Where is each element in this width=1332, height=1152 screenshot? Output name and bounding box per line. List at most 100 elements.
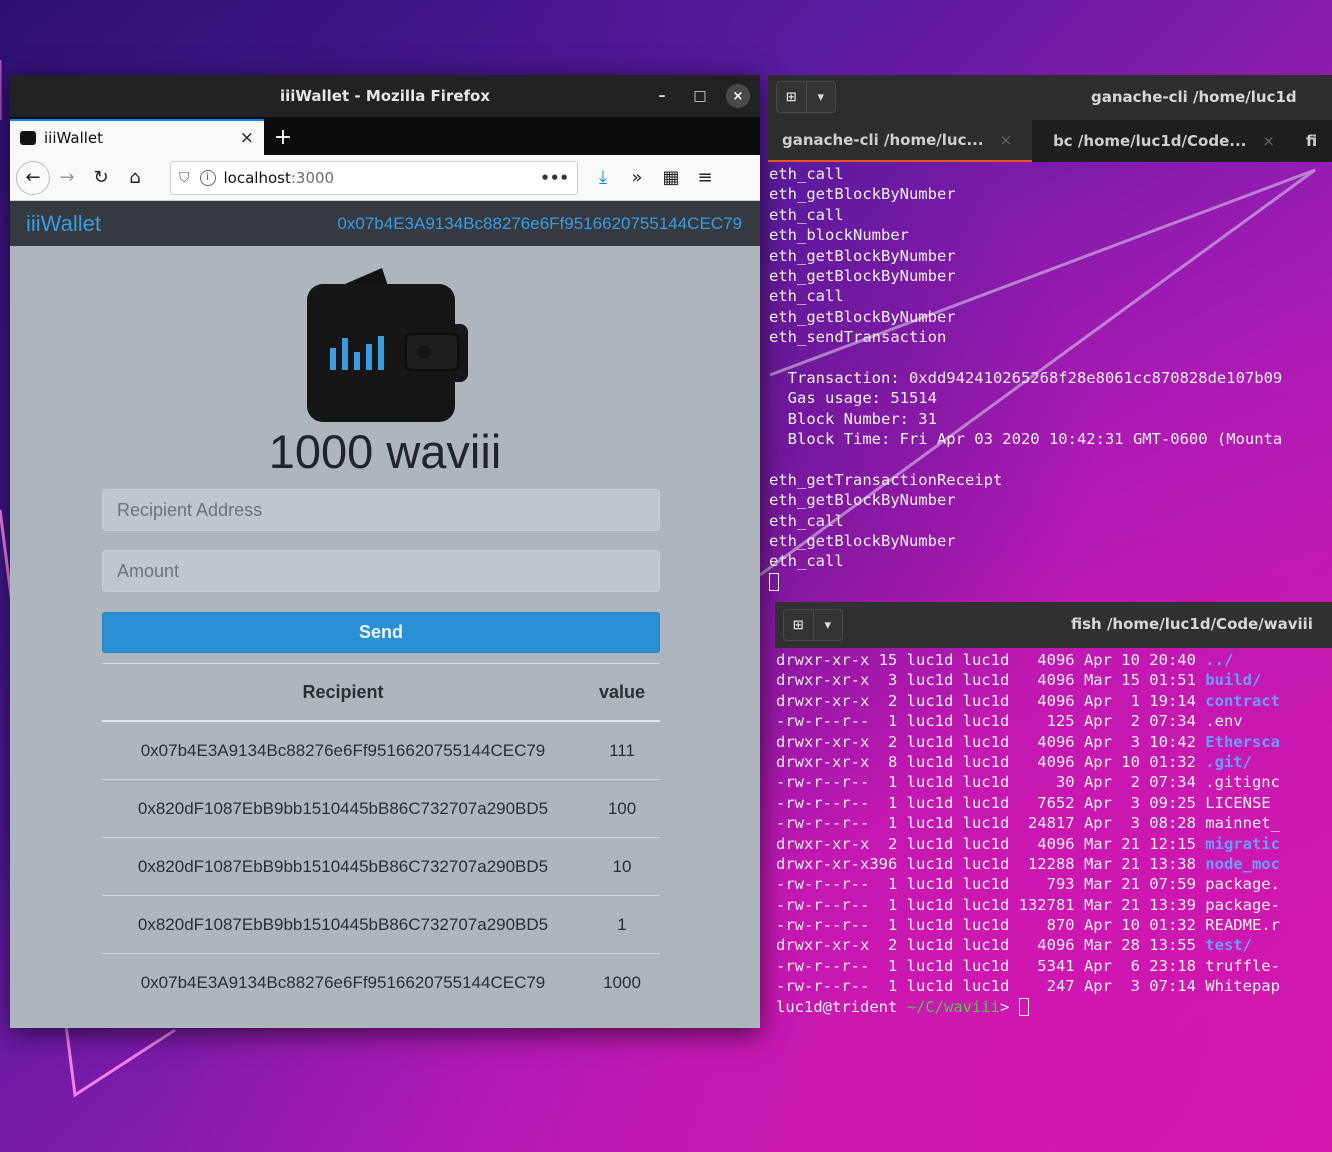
file-meta: 396 luc1d luc1d 12288 Mar 21 13:38: [869, 854, 1206, 873]
dropdown-chevron-icon[interactable]: ▾: [814, 610, 843, 640]
file-meta: 1 luc1d luc1d 30 Apr 2 07:34: [869, 773, 1206, 792]
terminal-line: eth_call: [769, 205, 844, 224]
directory-listing-row: -rw-r--r-- 1 luc1d luc1d 247 Apr 3 07:14…: [776, 976, 1332, 996]
directory-listing-row: drwxr-xr-x 15 luc1d luc1d 4096 Apr 10 20…: [776, 650, 1332, 670]
file-meta: 1 luc1d luc1d 247 Apr 3 07:14: [869, 977, 1206, 996]
directory-listing-row: drwxr-xr-x 2 luc1d luc1d 4096 Apr 3 10:4…: [776, 732, 1332, 752]
value-cell: 1: [584, 895, 660, 954]
terminal-line: Transaction: 0xdd942410265268f28e8061cc8…: [769, 368, 1283, 387]
terminal-tab-label: ganache-cli /home/luc...: [782, 131, 984, 149]
app-brand[interactable]: iiiWallet: [26, 211, 101, 237]
file-name: package.: [1205, 875, 1280, 894]
wallet-page: 1000 waviii Send Recipient value 0x07b4E…: [10, 246, 760, 1028]
ganache-terminal-title: ganache-cli /home/luc1d: [1091, 88, 1297, 106]
terminal-tab-ganache[interactable]: ganache-cli /home/luc... ×: [768, 120, 1032, 162]
fish-terminal-headerbar[interactable]: ⊞ ▾ fish /home/luc1d/Code/waviii: [775, 602, 1332, 648]
terminal-cursor-line: [769, 572, 1332, 592]
recipient-cell: 0x820dF1087EbB9bb1510445bB86C732707a290B…: [102, 895, 584, 954]
new-tab-split-button[interactable]: ⊞ ▾: [783, 609, 843, 641]
url-host: localhost: [223, 168, 291, 187]
ganache-terminal-tabs: ganache-cli /home/luc... × bc /home/luc1d…: [768, 120, 1332, 162]
file-permissions: -rw-r--r--: [776, 875, 870, 894]
close-window-button[interactable]: ×: [726, 84, 750, 108]
directory-listing-row: -rw-r--r-- 1 luc1d luc1d 793 Mar 21 07:5…: [776, 874, 1332, 894]
url-port: :3000: [290, 168, 335, 187]
new-tab-icon[interactable]: ⊞: [784, 610, 814, 640]
amount-input[interactable]: [102, 550, 660, 592]
balance-display: 1000 waviii: [268, 425, 502, 478]
value-cell: 111: [584, 720, 660, 780]
terminal-tab-label: fi: [1306, 132, 1318, 150]
terminal-line: eth_getTransactionReceipt: [769, 470, 1003, 489]
url-bar[interactable]: ⛉ i localhost :3000 •••: [170, 160, 578, 195]
file-meta: 1 luc1d luc1d 7652 Apr 3 09:25: [869, 793, 1206, 812]
directory-listing-row: drwxr-xr-x 2 luc1d luc1d 4096 Apr 1 19:1…: [776, 691, 1332, 711]
new-tab-split-button[interactable]: ⊞ ▾: [776, 81, 836, 113]
app-navbar: iiiWallet 0x07b4E3A9134Bc88276e6Ff951662…: [10, 201, 760, 246]
file-name: LICENSE: [1205, 793, 1271, 812]
directory-listing-row: drwxr-xr-x 3 luc1d luc1d 4096 Mar 15 01:…: [776, 670, 1332, 690]
close-tab-icon[interactable]: ×: [1000, 131, 1013, 149]
file-permissions: -rw-r--r--: [776, 712, 870, 731]
minimize-button[interactable]: –: [650, 84, 674, 108]
transactions-table: Recipient value 0x07b4E3A9134Bc88276e6Ff…: [102, 663, 660, 1011]
terminal-line: eth_call: [769, 165, 844, 183]
file-permissions: -rw-r--r--: [776, 814, 870, 833]
prompt-user: luc1d@trident: [776, 997, 907, 1016]
dropdown-chevron-icon[interactable]: ▾: [807, 82, 836, 112]
file-meta: 8 luc1d luc1d 4096 Apr 10 01:32: [869, 752, 1206, 771]
file-name: ../: [1205, 651, 1234, 669]
new-tab-icon[interactable]: ⊞: [777, 82, 807, 112]
maximize-button[interactable]: □: [688, 84, 712, 108]
directory-listing-row: -rw-r--r-- 1 luc1d luc1d 7652 Apr 3 09:2…: [776, 793, 1332, 813]
recipient-address-input[interactable]: [102, 489, 660, 531]
account-address: 0x07b4E3A9134Bc88276e6Ff9516620755144CEC…: [337, 213, 742, 233]
send-button[interactable]: Send: [102, 612, 660, 653]
ganache-terminal-headerbar[interactable]: ⊞ ▾ ganache-cli /home/luc1d: [768, 75, 1332, 120]
value-cell: 1000: [584, 953, 660, 1011]
file-permissions: drwxr-xr-x: [776, 732, 870, 751]
table-row: 0x820dF1087EbB9bb1510445bB86C732707a290B…: [102, 837, 660, 896]
file-permissions: -rw-r--r--: [776, 956, 870, 975]
new-tab-button[interactable]: +: [264, 119, 302, 155]
terminal-line: eth_getBlockByNumber: [769, 532, 956, 551]
page-actions-menu-icon[interactable]: •••: [540, 169, 569, 187]
terminal-line: eth_blockNumber: [769, 226, 909, 245]
hamburger-menu-icon[interactable]: ≡: [688, 161, 722, 195]
file-name: contract: [1205, 691, 1280, 710]
reload-icon[interactable]: ↻: [84, 161, 118, 195]
overflow-chevron-icon[interactable]: »: [620, 161, 654, 195]
tracking-shield-icon[interactable]: ⛉: [179, 170, 190, 186]
shell-prompt[interactable]: luc1d@trident ~/C/waviii>: [776, 997, 1332, 1017]
file-meta: 2 luc1d luc1d 4096 Mar 28 13:55: [869, 936, 1206, 955]
terminal-line: eth_getBlockByNumber: [769, 491, 956, 510]
close-tab-icon[interactable]: ×: [240, 128, 254, 148]
home-icon[interactable]: ⌂: [118, 161, 152, 195]
firefox-titlebar[interactable]: iiiWallet - Mozilla Firefox – □ ×: [10, 75, 760, 117]
file-name: .gitignc: [1205, 773, 1280, 792]
fish-terminal-output[interactable]: drwxr-xr-x 15 luc1d luc1d 4096 Apr 10 20…: [776, 650, 1332, 1022]
site-info-icon[interactable]: i: [199, 169, 216, 186]
directory-listing-row: drwxr-xr-x 2 luc1d luc1d 4096 Mar 21 12:…: [776, 834, 1332, 854]
value-cell: 10: [584, 837, 660, 896]
file-name: README.r: [1205, 916, 1280, 935]
terminal-tab-label: bc /home/luc1d/Code...: [1053, 132, 1247, 150]
terminal-tab-fish[interactable]: fi: [1296, 120, 1332, 162]
extensions-gift-icon[interactable]: ▦: [654, 161, 688, 195]
terminal-cursor: [1018, 997, 1029, 1016]
forward-arrow-icon[interactable]: →: [50, 161, 84, 195]
file-name: test/: [1205, 936, 1252, 955]
directory-listing-row: drwxr-xr-x 2 luc1d luc1d 4096 Mar 28 13:…: [776, 935, 1332, 955]
tab-iiiwallet[interactable]: iiiWallet ×: [10, 119, 264, 155]
back-arrow-icon[interactable]: ←: [16, 160, 50, 195]
directory-listing-row: -rw-r--r-- 1 luc1d luc1d 132781 Mar 21 1…: [776, 895, 1332, 915]
terminal-tab-bc[interactable]: bc /home/luc1d/Code... ×: [1032, 120, 1296, 162]
close-tab-icon[interactable]: ×: [1262, 132, 1275, 150]
value-cell: 100: [584, 779, 660, 838]
downloads-icon[interactable]: ⤓: [586, 161, 620, 195]
table-row: 0x820dF1087EbB9bb1510445bB86C732707a290B…: [102, 779, 660, 838]
ganache-terminal-output[interactable]: eth_call eth_getBlockByNumber eth_call eth_…: [769, 164, 1332, 594]
file-name: build/: [1205, 671, 1262, 690]
wallet-icon: [307, 268, 468, 422]
